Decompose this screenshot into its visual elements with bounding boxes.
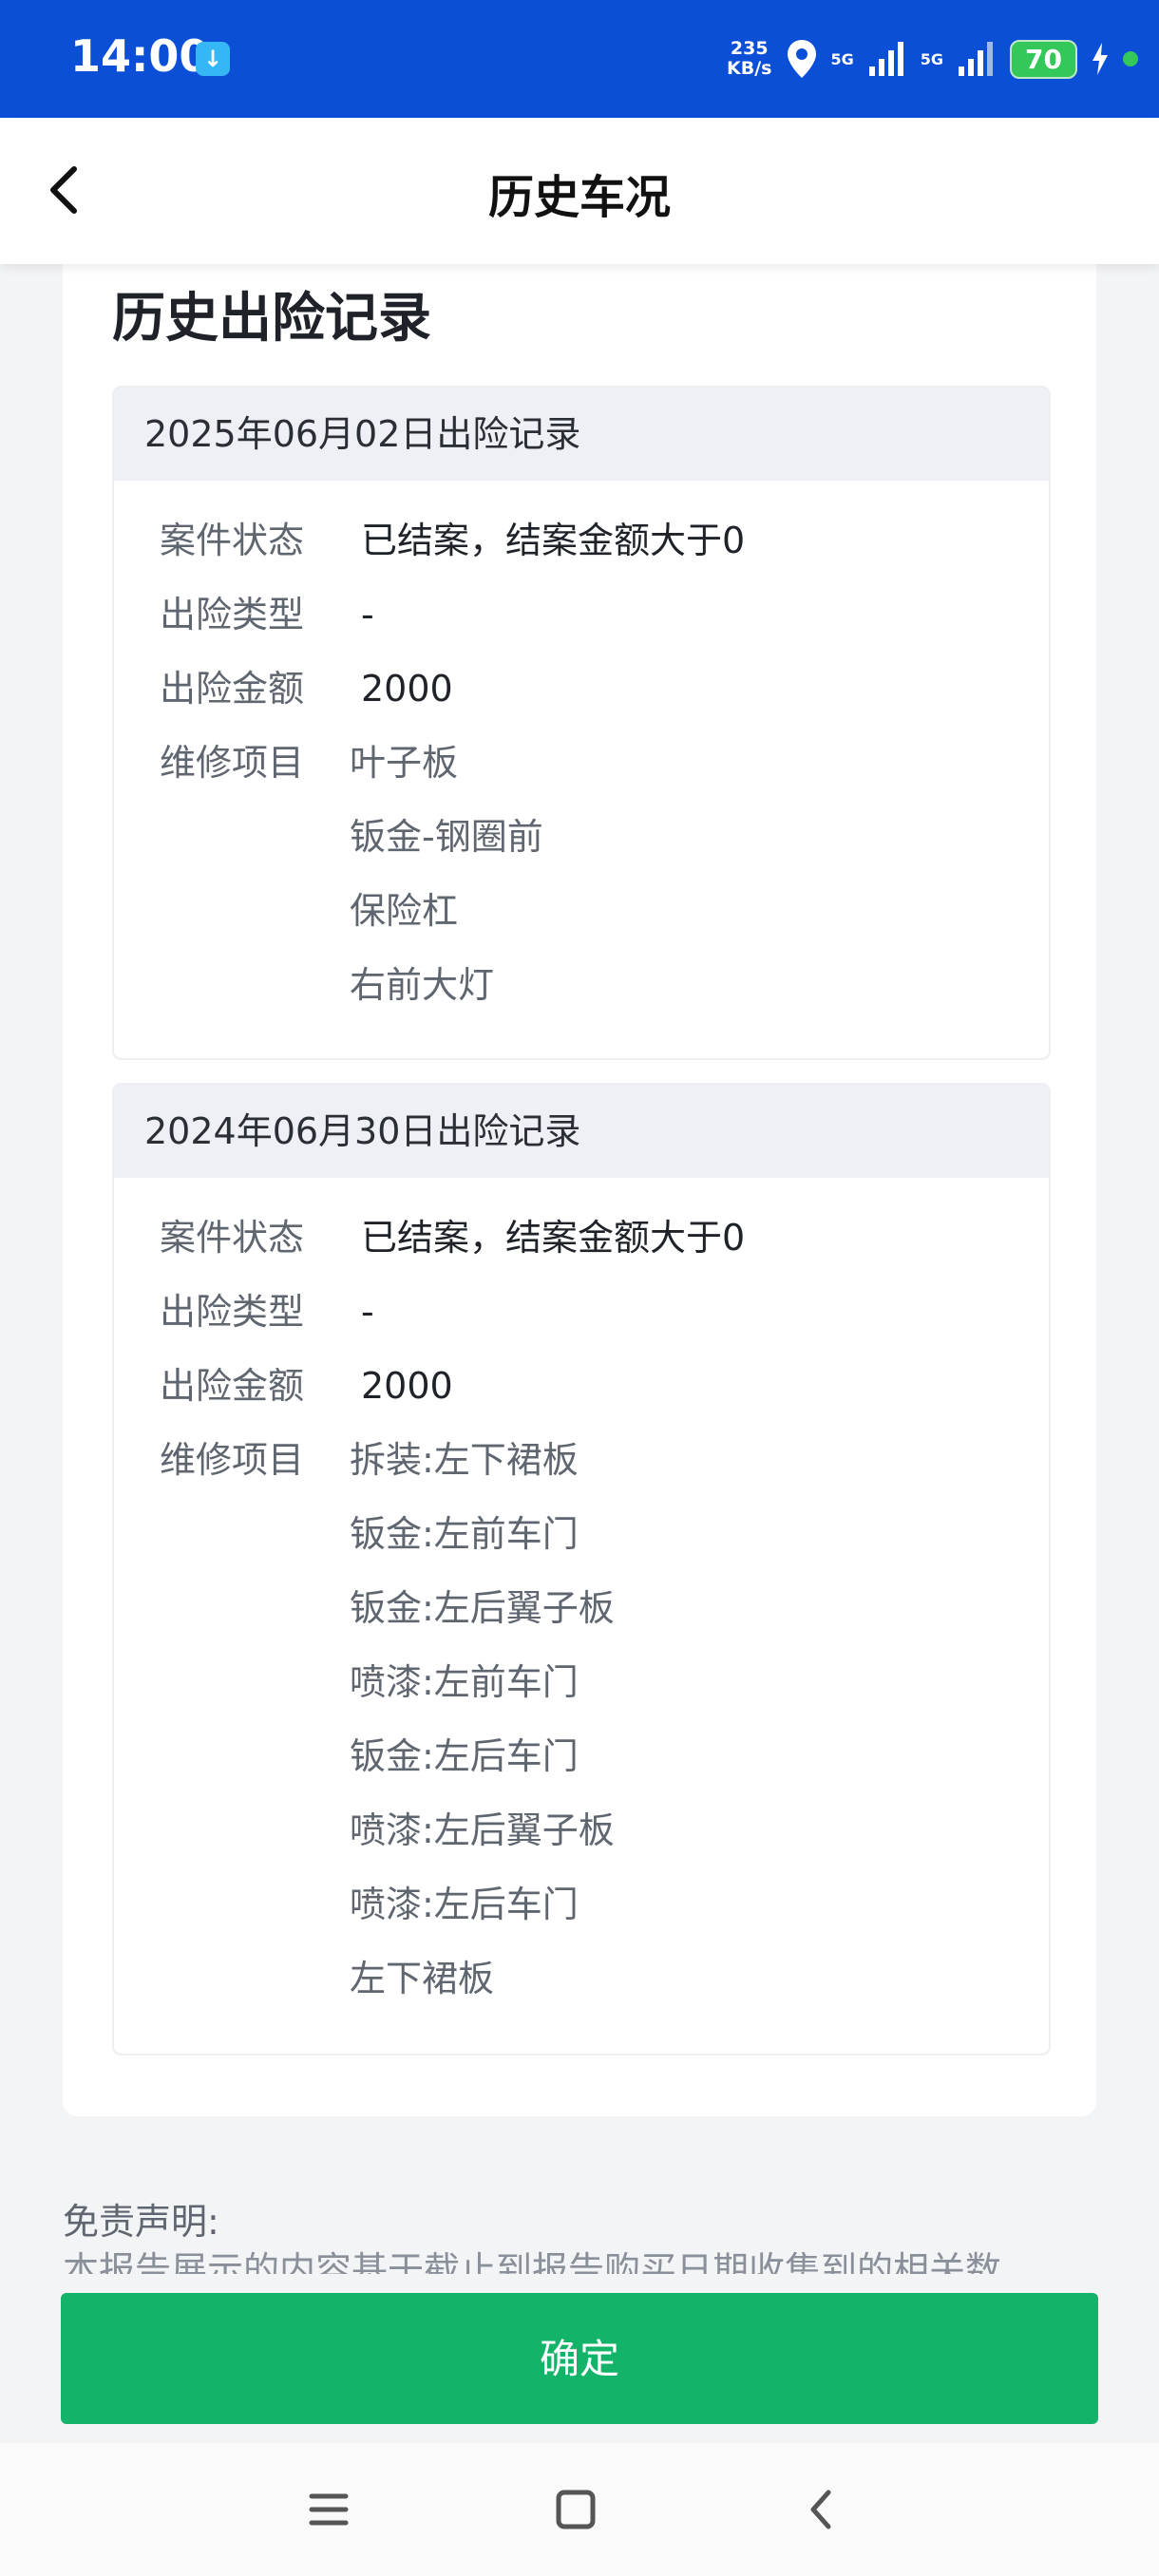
menu-icon[interactable]	[300, 2481, 357, 2538]
status-indicators: 235 KB/s 5G 5G 70	[727, 32, 1138, 85]
home-icon[interactable]	[547, 2481, 604, 2538]
network-speed-value: 235	[730, 38, 769, 59]
repair-item: 喷漆:左后车门	[350, 1884, 579, 1925]
claim-amount-row: 出险金额 2000	[114, 652, 1049, 726]
disclaimer-title: 免责声明:	[63, 2201, 219, 2243]
repair-items-label: 维修项目	[160, 1439, 305, 1481]
claim-amount-value: 2000	[361, 668, 453, 710]
repair-item: 钣金:左后车门	[350, 1735, 579, 1777]
record-header: 2025年06月02日出险记录	[114, 388, 1049, 481]
claim-type-row: 出险类型 -	[114, 1275, 1049, 1349]
section-title: 历史出险记录	[112, 288, 431, 350]
repair-item: 叶子板	[350, 742, 459, 784]
repair-item: 保险杠	[350, 890, 459, 932]
claim-type-label: 出险类型	[160, 594, 305, 635]
repair-item: 喷漆:左后翼子板	[350, 1809, 615, 1851]
repair-item: 左下裙板	[350, 1958, 495, 1999]
claim-amount-label: 出险金额	[160, 1365, 305, 1407]
repair-item: 拆装:左下裙板	[350, 1439, 579, 1481]
network-speed: 235 KB/s	[727, 39, 771, 79]
network-type-1: 5G	[830, 49, 854, 68]
claim-type-row: 出险类型 -	[114, 578, 1049, 652]
disclaimer-text: 本报告展示的内容基于截止到报告购买日期收集到的相关数	[63, 2251, 1002, 2274]
network-speed-unit: KB/s	[727, 58, 772, 79]
record-header: 2024年06月30日出险记录	[114, 1085, 1049, 1178]
status-time: 14:00	[70, 30, 210, 82]
repair-item: 喷漆:左前车门	[350, 1661, 579, 1703]
claim-amount-value: 2000	[361, 1365, 453, 1407]
claim-type-label: 出险类型	[160, 1291, 305, 1333]
case-status-value: 已结案，结案金额大于0	[361, 520, 746, 561]
insurance-record-2: 2024年06月30日出险记录 案件状态 已结案，结案金额大于0 出险类型 - …	[112, 1083, 1051, 2055]
repair-items-list: 叶子板 钣金-钢圈前 保险杠 右前大灯	[350, 726, 543, 1022]
claim-type-value: -	[361, 594, 374, 635]
repair-item: 钣金:左前车门	[350, 1513, 579, 1555]
case-status-label: 案件状态	[160, 1217, 305, 1259]
signal-icon-2	[959, 42, 994, 76]
case-status-label: 案件状态	[160, 520, 305, 561]
page-title: 历史车况	[487, 171, 671, 224]
location-icon	[787, 40, 816, 78]
system-navigation-bar	[0, 2443, 1159, 2576]
top-navigation: 历史车况	[0, 118, 1159, 264]
network-type-2: 5G	[920, 49, 944, 68]
confirm-button[interactable]: 确定	[61, 2293, 1098, 2424]
claim-type-value: -	[361, 1291, 374, 1333]
battery-level: 70	[1010, 39, 1077, 79]
app-notification-icon: ↓	[196, 42, 230, 76]
claim-amount-row: 出险金额 2000	[114, 1349, 1049, 1423]
case-status-row: 案件状态 已结案，结案金额大于0	[114, 503, 1049, 578]
charging-icon	[1092, 43, 1108, 75]
repair-items-row: 维修项目 叶子板 钣金-钢圈前 保险杠 右前大灯	[114, 726, 1049, 1022]
status-dot-icon	[1123, 51, 1138, 66]
repair-item: 右前大灯	[350, 964, 495, 1006]
signal-icon	[868, 42, 903, 76]
repair-items-list: 拆装:左下裙板 钣金:左前车门 钣金:左后翼子板 喷漆:左前车门 钣金:左后车门…	[350, 1423, 615, 2016]
insurance-record-1: 2025年06月02日出险记录 案件状态 已结案，结案金额大于0 出险类型 - …	[112, 386, 1051, 1060]
back-icon[interactable]	[794, 2481, 851, 2538]
repair-items-label: 维修项目	[160, 742, 305, 784]
case-status-value: 已结案，结案金额大于0	[361, 1217, 746, 1259]
repair-item: 钣金:左后翼子板	[350, 1587, 615, 1629]
case-status-row: 案件状态 已结案，结案金额大于0	[114, 1201, 1049, 1275]
status-bar: 14:00 ↓ 235 KB/s 5G 5G 70	[0, 0, 1159, 118]
repair-item: 钣金-钢圈前	[350, 816, 543, 858]
claim-amount-label: 出险金额	[160, 668, 305, 710]
repair-items-row: 维修项目 拆装:左下裙板 钣金:左前车门 钣金:左后翼子板 喷漆:左前车门 钣金…	[114, 1423, 1049, 2016]
